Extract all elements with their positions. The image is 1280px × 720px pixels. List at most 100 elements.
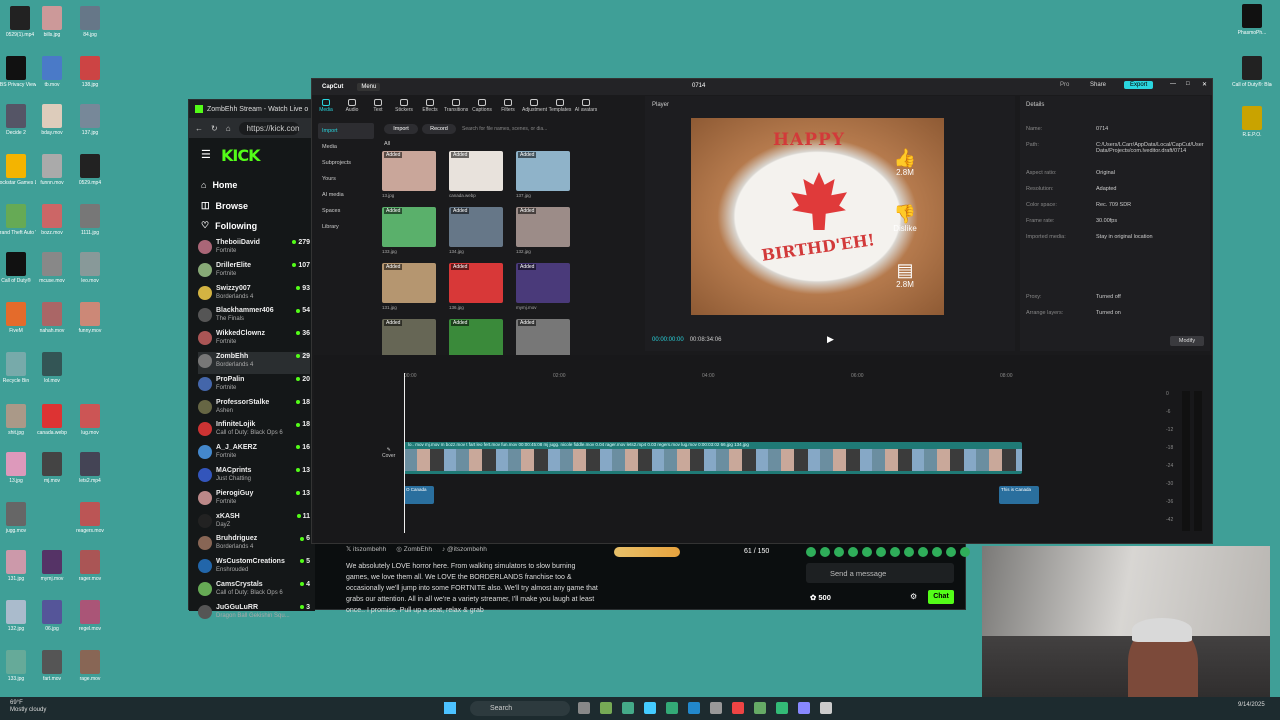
address-field[interactable]: https://kick.com — [238, 121, 299, 135]
desktop-icon[interactable]: FiveM — [0, 302, 36, 334]
desktop-icon[interactable]: 131.jpg — [0, 550, 36, 582]
desktop-icon[interactable]: nahah.mov — [32, 302, 72, 334]
desktop-icon[interactable]: 06.jpg — [32, 600, 72, 632]
media-thumbnail[interactable]: Added 13.jpg — [382, 151, 436, 198]
desktop-icon[interactable]: 138.jpg — [70, 56, 110, 88]
channel-item[interactable]: Swizzy007 Borderlands 4 93 — [198, 284, 310, 306]
record-button[interactable]: Record — [422, 124, 456, 134]
channel-item[interactable]: PierogiGuy Fortnite 13 — [198, 489, 310, 511]
nav-home[interactable]: ⌂ Home — [201, 180, 237, 190]
desktop-icon[interactable]: tb.mov — [32, 56, 72, 88]
desktop-icon[interactable]: mcuse.mov — [32, 252, 72, 284]
desktop-icon[interactable]: fart.mov — [32, 650, 72, 682]
media-menu-item[interactable]: Media — [318, 139, 374, 155]
nav-browse[interactable]: ◫ Browse — [201, 200, 248, 211]
browser-tab-title[interactable]: ZombEhh Stream - Watch Live o — [207, 106, 308, 113]
tool-tab[interactable]: Captions — [470, 96, 494, 116]
taskbar-app-icon[interactable] — [754, 702, 766, 714]
channel-item[interactable]: CamsCrystals Call of Duty: Black Ops 6 4 — [198, 580, 310, 602]
media-thumbnail[interactable]: Added 133.jpg — [382, 207, 436, 254]
media-menu-item[interactable]: AI media — [318, 187, 374, 203]
tool-tab[interactable]: Templates — [548, 96, 572, 116]
media-thumbnail[interactable]: Added 136.jpg — [449, 263, 503, 310]
desktop-icon[interactable]: 0529.mp4 — [70, 154, 110, 186]
weather-widget[interactable]: 69°F Mostly cloudy — [10, 700, 46, 714]
channel-item[interactable]: WsCustomCreations Enshrouded 5 — [198, 557, 310, 579]
channel-item[interactable]: Blackhammer406 The Finals 54 — [198, 306, 310, 328]
back-icon[interactable]: ← — [195, 124, 203, 133]
media-thumbnail[interactable]: Added canada.webp — [449, 151, 503, 198]
channel-item[interactable]: ZombEhh Borderlands 4 29 — [198, 352, 310, 374]
x-link[interactable]: 𝕏 itszombehh — [346, 544, 386, 555]
desktop-icon[interactable]: leo.mov — [70, 252, 110, 284]
taskbar-search[interactable]: Search — [470, 701, 570, 716]
desktop-icon[interactable]: rager.mov — [70, 550, 110, 582]
media-thumbnail[interactable]: Added — [382, 319, 436, 359]
start-icon[interactable] — [444, 702, 456, 714]
nav-following[interactable]: ♡ Following — [201, 220, 257, 231]
desktop-icon[interactable]: Call of Duty® — [0, 252, 36, 284]
desktop-icon[interactable]: Recycle Bin — [0, 352, 36, 384]
taskbar-app-icon[interactable] — [622, 702, 634, 714]
tool-tab[interactable]: Audio — [340, 96, 364, 116]
taskbar-app-icon[interactable] — [666, 702, 678, 714]
desktop-icon[interactable]: lets2.mp4 — [70, 452, 110, 484]
channel-points[interactable]: ✿ 500 — [810, 593, 831, 602]
taskbar-app-icon[interactable] — [798, 702, 810, 714]
taskbar-app-icon[interactable] — [776, 702, 788, 714]
desktop-icon[interactable]: bday.mov — [32, 104, 72, 136]
text-clip-this-is-canada[interactable]: This is Canada — [999, 486, 1039, 504]
taskbar-app-icon[interactable] — [732, 702, 744, 714]
desktop-icon[interactable]: Decide 2 — [0, 104, 36, 136]
home-icon[interactable]: ⌂ — [226, 124, 231, 133]
channel-item[interactable]: WikkedClownz Fortnite 36 — [198, 329, 310, 351]
main-video-track[interactable]: lo.. mov mj.mov m bozz.mov t fart leo fe… — [404, 442, 1022, 474]
desktop-icon[interactable]: shit.jpg — [0, 404, 36, 436]
pro-badge[interactable]: Pro — [1060, 82, 1069, 88]
all-filter[interactable]: All — [384, 141, 390, 147]
taskbar-clock[interactable]: 9/14/2025 — [1238, 702, 1265, 709]
media-menu-item[interactable]: Subprojects — [318, 155, 374, 171]
tool-tab[interactable]: Adjustment — [522, 96, 547, 116]
desktop-icon[interactable]: regel.mov — [70, 600, 110, 632]
play-icon[interactable]: ▶ — [827, 334, 834, 345]
desktop-icon[interactable]: funny.mov — [70, 302, 110, 334]
desktop-icon[interactable]: OBS Privacy View — [0, 56, 36, 88]
tool-tab[interactable]: Effects — [418, 96, 442, 116]
text-clip-o-canada[interactable]: O Canada — [404, 486, 434, 504]
media-thumbnail[interactable]: Added mymj.mov — [516, 263, 570, 310]
menu-button[interactable]: Menu — [357, 83, 381, 91]
media-menu-item[interactable]: Library — [318, 219, 374, 235]
tool-tab[interactable]: Stickers — [392, 96, 416, 116]
kick-logo[interactable]: KICK — [221, 146, 260, 165]
taskbar-app-icon[interactable] — [600, 702, 612, 714]
media-menu-item[interactable]: Spaces — [318, 203, 374, 219]
desktop-icon[interactable]: R.E.P.O. — [1232, 106, 1272, 138]
menu-icon[interactable]: ☰ — [201, 148, 211, 161]
minimize-icon[interactable]: — — [1170, 81, 1176, 87]
import-button[interactable]: Import — [384, 124, 418, 134]
desktop-icon[interactable]: Call of Duty®: Black Ops 6 - S... — [1232, 56, 1272, 88]
taskbar-app-icon[interactable] — [710, 702, 722, 714]
desktop-icon[interactable]: rage.mov — [70, 650, 110, 682]
desktop-icon[interactable]: lol.mov — [32, 352, 72, 384]
desktop-icon[interactable]: canada.webp — [32, 404, 72, 436]
channel-item[interactable]: A_J_AKERZ Fortnite 16 — [198, 443, 310, 465]
media-menu-item[interactable]: Import — [318, 123, 374, 139]
desktop-icon[interactable]: bills.jpg — [32, 6, 72, 38]
channel-item[interactable]: JuGGuLuRR Dragon Ball Gekishin Squ... 3 — [198, 603, 310, 625]
taskbar-app-icon[interactable] — [688, 702, 700, 714]
desktop-icon[interactable]: PhasmoPh... — [1232, 4, 1272, 36]
media-menu-item[interactable]: Yours — [318, 171, 374, 187]
desktop-icon[interactable]: 137.jpg — [70, 104, 110, 136]
tool-tab[interactable]: Text — [366, 96, 390, 116]
channel-item[interactable]: TheboiiDavid Fortnite 279 — [198, 238, 310, 260]
export-button[interactable]: Export — [1124, 81, 1154, 89]
desktop-icon[interactable]: 84.jpg — [70, 6, 110, 38]
media-thumbnail[interactable]: Added 137.jpg — [516, 151, 570, 198]
channel-item[interactable]: InfiniteLojik Call of Duty: Black Ops 6 18 — [198, 420, 310, 442]
desktop-icon[interactable]: mymj.mov — [32, 550, 72, 582]
tool-tab[interactable]: Filters — [496, 96, 520, 116]
desktop-icon[interactable]: lug.mov — [70, 404, 110, 436]
chat-input[interactable]: Send a message — [806, 563, 954, 583]
